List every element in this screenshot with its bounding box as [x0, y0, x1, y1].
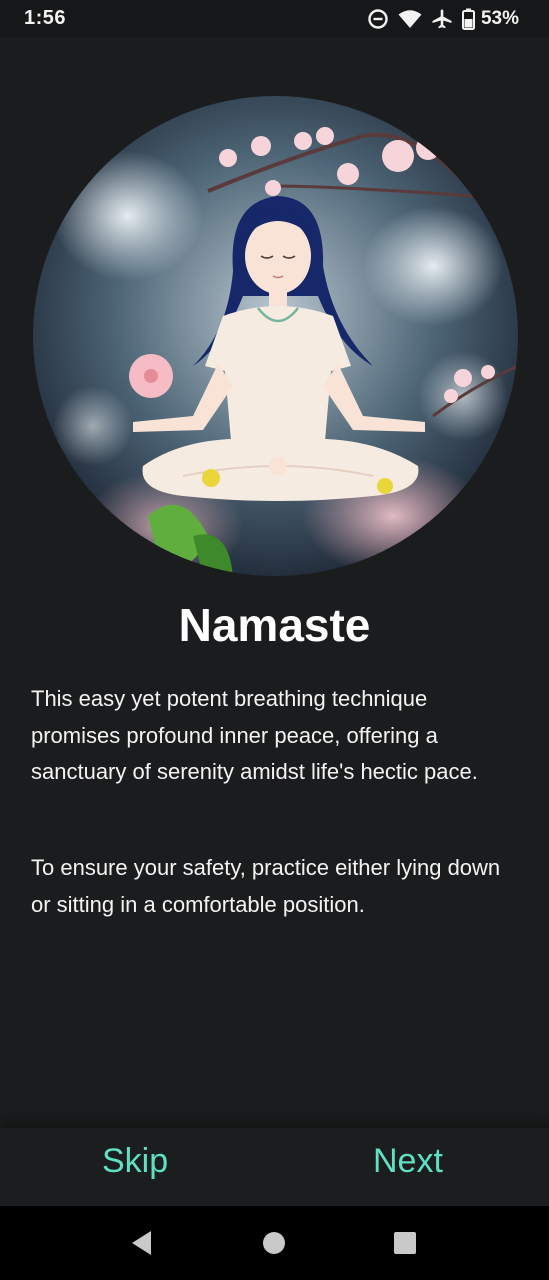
battery-percent: 53% [480, 8, 519, 29]
next-button[interactable]: Next [373, 1142, 443, 1181]
system-navigation-bar [0, 1206, 549, 1280]
home-icon[interactable] [257, 1226, 291, 1260]
airplane-icon [431, 8, 453, 30]
bottom-action-bar [0, 1128, 549, 1206]
status-icons: 53% [367, 6, 519, 32]
status-time: 1:56 [24, 7, 67, 29]
battery-icon [461, 8, 475, 30]
description-paragraph: This easy yet potent breathing technique… [31, 686, 478, 784]
skip-button[interactable]: Skip [102, 1142, 168, 1181]
do-not-disturb-icon [367, 8, 389, 30]
safety-paragraph: To ensure your safety, practice either l… [31, 855, 501, 917]
meditation-illustration [33, 96, 518, 576]
status-bar: 1:56 53% [0, 0, 549, 38]
back-icon[interactable] [125, 1226, 159, 1260]
page-title: Namaste [178, 599, 371, 651]
recents-icon[interactable] [388, 1226, 422, 1260]
wifi-icon [398, 9, 422, 29]
